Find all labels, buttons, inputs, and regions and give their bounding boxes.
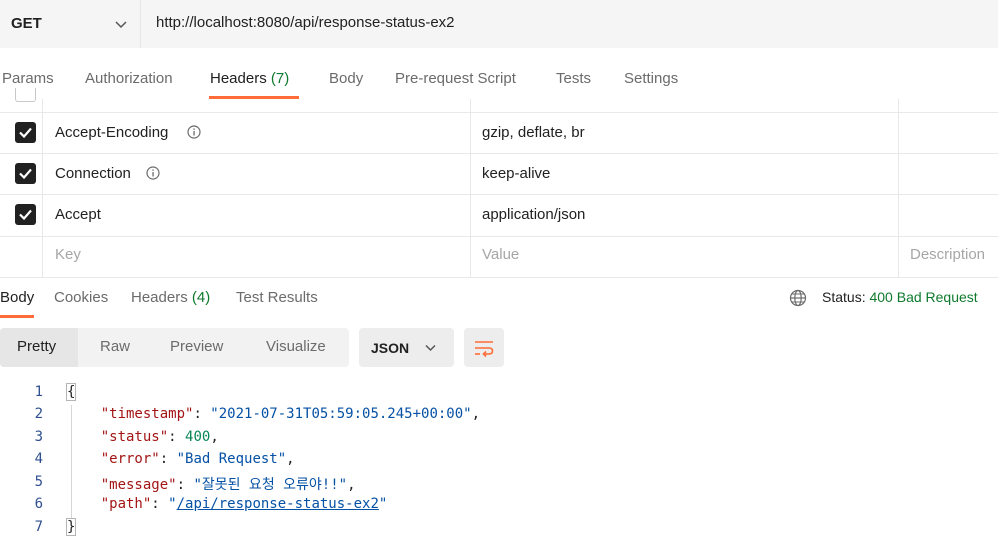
code-line: "error": "Bad Request", (100, 451, 295, 467)
line-number: 4 (34, 451, 43, 467)
line-number: 6 (34, 496, 43, 512)
response-tab-cookies[interactable]: Cookies (54, 289, 108, 306)
json-value: "잘못된 요청 오류야!!" (193, 477, 348, 493)
tab-authorization[interactable]: Authorization (85, 70, 173, 87)
header-value[interactable]: application/json (482, 206, 585, 223)
code-line: "message": "잘못된 요청 오류야!!", (100, 477, 356, 493)
tab-tests[interactable]: Tests (556, 70, 591, 87)
globe-icon[interactable] (789, 289, 807, 307)
json-value: "2021-07-31T05:59:05.245+00:00" (210, 406, 472, 422)
response-active-tab-indicator (0, 315, 34, 318)
tab-headers-label: Headers (210, 70, 267, 87)
column-divider (470, 99, 471, 277)
description-input[interactable]: Description (910, 246, 985, 263)
header-key[interactable]: Accept (55, 206, 101, 223)
line-number: 1 (34, 384, 43, 400)
url-input[interactable]: http://localhost:8080/api/response-statu… (156, 14, 455, 31)
tab-body[interactable]: Body (329, 70, 363, 87)
json-key: "status" (100, 429, 169, 445)
column-divider (898, 99, 899, 277)
value-input[interactable]: Value (482, 246, 519, 263)
tab-settings[interactable]: Settings (624, 70, 678, 87)
json-comma: , (286, 451, 295, 467)
json-key: "timestamp" (100, 406, 194, 422)
wrap-lines-icon (475, 341, 494, 358)
headers-count-badge: (7) (270, 70, 290, 87)
view-preview-button[interactable]: Preview (170, 338, 223, 355)
code-line: "status": 400, (100, 429, 219, 445)
checkmark-icon (19, 209, 32, 221)
header-checkbox-partial[interactable] (15, 88, 36, 102)
line-number: 7 (34, 519, 43, 535)
json-comma: , (471, 406, 481, 422)
header-checkbox[interactable] (15, 204, 36, 225)
format-label: JSON (371, 340, 410, 356)
line-number: 2 (34, 406, 43, 422)
json-comma: , (210, 429, 219, 445)
response-tab-headers[interactable]: Headers (4) (131, 289, 210, 306)
status-code: 400 Bad Request (869, 289, 978, 305)
column-divider (42, 99, 43, 277)
line-number: 5 (34, 474, 43, 490)
row-divider (0, 112, 998, 113)
checkmark-icon (19, 127, 32, 139)
response-tab-body[interactable]: Body (0, 289, 34, 306)
json-key: "error" (100, 451, 160, 467)
status-indicator[interactable]: Status: 400 Bad Request (822, 289, 978, 305)
info-icon[interactable] (146, 166, 160, 180)
status-label: Status: (822, 289, 866, 305)
json-key: "message" (100, 477, 177, 493)
tab-params[interactable]: Params (2, 70, 54, 87)
json-value: 400 (185, 429, 211, 445)
chevron-down-icon (425, 344, 436, 352)
code-line: "path": "/api/response-status-ex2" (100, 496, 388, 512)
response-tab-test-results[interactable]: Test Results (236, 289, 318, 306)
header-value[interactable]: gzip, deflate, br (482, 124, 585, 141)
json-value: "Bad Request" (176, 451, 287, 467)
wrap-lines-button[interactable] (464, 328, 504, 367)
open-brace: { (65, 383, 77, 401)
close-brace: } (65, 518, 77, 536)
checkmark-icon (19, 168, 32, 180)
code-line: } (65, 518, 77, 536)
view-pretty-button[interactable]: Pretty (17, 338, 56, 355)
response-headers-count: (4) (191, 289, 211, 306)
url-bar (0, 0, 998, 48)
header-checkbox[interactable] (15, 122, 36, 143)
json-comma: , (347, 477, 356, 493)
method-label: GET (11, 15, 42, 32)
row-divider (0, 277, 998, 278)
header-checkbox[interactable] (15, 163, 36, 184)
view-visualize-button[interactable]: Visualize (266, 338, 326, 355)
path-link[interactable]: /api/response-status-ex2 (177, 496, 379, 512)
key-input[interactable]: Key (55, 246, 81, 263)
header-key[interactable]: Connection (55, 165, 131, 182)
json-quote: " (378, 496, 388, 512)
chevron-down-icon (115, 21, 127, 29)
row-divider (0, 236, 998, 237)
header-value[interactable]: keep-alive (482, 165, 550, 182)
json-key: "path" (100, 496, 152, 512)
info-icon[interactable] (187, 125, 201, 139)
code-line: { (65, 383, 77, 401)
view-raw-button[interactable]: Raw (100, 338, 130, 355)
header-key[interactable]: Accept-Encoding (55, 124, 168, 141)
tab-headers[interactable]: Headers (7) (210, 70, 289, 87)
tab-prerequest-script[interactable]: Pre-request Script (395, 70, 516, 87)
json-quote: " (168, 496, 177, 512)
line-number: 3 (34, 429, 43, 445)
response-tab-headers-label: Headers (131, 289, 188, 306)
active-tab-indicator (209, 96, 299, 99)
row-divider (0, 153, 998, 154)
row-divider (0, 194, 998, 195)
method-select[interactable]: GET (0, 0, 141, 48)
code-line: "timestamp": "2021-07-31T05:59:05.245+00… (100, 406, 481, 422)
